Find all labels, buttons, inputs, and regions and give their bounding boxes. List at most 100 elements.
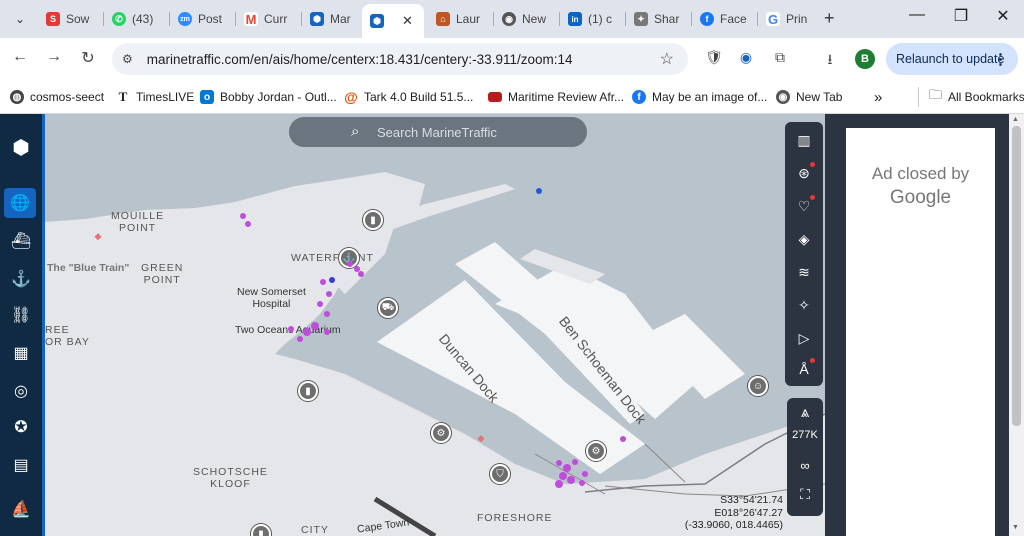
scrollbar-thumb[interactable] — [1012, 126, 1021, 426]
bookmark-item[interactable]: T TimesLIVE — [116, 87, 194, 107]
filter-icon[interactable]: ⊛ — [789, 159, 819, 187]
close-window-button[interactable]: ✕ — [988, 6, 1018, 26]
bookmark-item[interactable]: o Bobby Jordan - Outl... — [200, 87, 337, 107]
scroll-down-icon[interactable]: ▼ — [1012, 524, 1019, 531]
site-settings-icon[interactable]: ⚙ — [122, 52, 133, 66]
puzzle-icon[interactable]: ⧉ — [770, 49, 790, 66]
profile-avatar[interactable]: B — [855, 49, 875, 69]
person-icon[interactable]: ☺ — [748, 376, 768, 396]
port-facility-icon[interactable]: ▮ — [363, 210, 383, 230]
left-sidebar: ⬢ 🌐 ⛴ ⚓ ⛓ ▦ ◎ ✪ ▤ ⛵ — [0, 114, 45, 536]
menu-icon[interactable]: ⋮ — [993, 50, 1008, 68]
tab-label: Face — [720, 12, 747, 26]
browser-tab[interactable]: ⌂ Laur — [428, 5, 492, 33]
restore-button[interactable]: ❐ — [946, 6, 976, 26]
browser-tab[interactable]: G Prin — [758, 5, 818, 33]
globe-icon[interactable]: 🌐 — [4, 188, 36, 218]
coordinates-readout: S33°54'21.74 E018°26'47.27 (-33.9060, 01… — [683, 494, 783, 532]
gear-icon[interactable]: ⚙ — [431, 423, 451, 443]
gmail-icon: M — [244, 11, 258, 27]
back-button[interactable]: ← — [9, 48, 31, 66]
building-icon[interactable]: ▦ — [0, 338, 42, 368]
vessel-count-panel: ⩓ 277K ∞ ⛶ — [787, 398, 823, 516]
download-icon[interactable]: ⭳ — [820, 49, 840, 73]
decimal-coords: (-33.9060, 018.4465) — [684, 519, 783, 531]
chrome-icon: ◉ — [502, 12, 516, 26]
bookmark-star-icon[interactable]: ☆ — [660, 49, 674, 69]
bookmark-item[interactable]: Maritime Review Afr... — [488, 87, 624, 107]
browser-tab[interactable]: S Sow — [38, 5, 102, 33]
port-facility-icon[interactable]: ▮ — [298, 381, 318, 401]
record-icon[interactable]: ◉ — [736, 49, 756, 66]
weather-icon[interactable]: ≋ — [789, 258, 819, 286]
search-bar[interactable]: ⌕ Search MarineTraffic — [289, 117, 587, 147]
marinetraffic-logo-icon[interactable]: ⬢ — [0, 132, 42, 162]
ship-icon[interactable]: ⛴ — [0, 226, 42, 256]
map-tools-panel: ▥ ⊛ ♡ ◈ ≋ ✧ ▷ Å — [785, 122, 823, 386]
tab-label: Sow — [66, 12, 90, 26]
scroll-up-icon[interactable]: ▲ — [1012, 116, 1019, 123]
bookmark-item[interactable]: f May be an image of... — [632, 87, 767, 107]
tab-search-button[interactable]: ⌄ — [8, 7, 32, 31]
page-scrollbar[interactable]: ▲ ▼ — [1009, 114, 1024, 536]
calendar-icon[interactable]: ▤ — [0, 450, 42, 480]
bookmark-icon: ⌂ — [436, 12, 450, 26]
browser-toolbar: ← → ↻ ⚙ marinetraffic.com/en/ais/home/ce… — [0, 38, 1024, 80]
new-tab-button[interactable]: + — [824, 8, 835, 29]
anchor-icon[interactable]: ⚓ — [0, 264, 42, 294]
browser-tab-active[interactable]: ⬢ ✕ — [362, 4, 424, 38]
minimize-button[interactable]: — — [902, 6, 932, 24]
extension-icon[interactable]: 🛡 — [704, 49, 724, 66]
browser-tab[interactable]: ⬢ Mar — [302, 5, 362, 33]
url-text[interactable]: marinetraffic.com/en/ais/home/centerx:18… — [147, 52, 573, 67]
browser-tab[interactable]: ✆ (43) — [104, 5, 168, 33]
arrow-left-icon: ← — [12, 48, 28, 65]
browser-tab[interactable]: in (1) c — [560, 5, 624, 33]
route-icon[interactable]: Å — [789, 355, 819, 383]
bookmark-label: May be an image of... — [652, 90, 768, 104]
measure-icon[interactable]: ✧ — [789, 291, 819, 319]
tab-label: Shar — [654, 12, 680, 26]
heart-icon[interactable]: ♡ — [789, 192, 819, 220]
map-canvas[interactable]: ⌕ Search MarineTraffic MOUILLE POINT The… — [45, 114, 825, 536]
bookmark-label: TimesLIVE — [136, 90, 195, 104]
browser-tab[interactable]: ◉ New — [494, 5, 558, 33]
address-bar[interactable]: ⚙ marinetraffic.com/en/ais/home/centerx:… — [112, 43, 688, 75]
close-tab-icon[interactable]: ✕ — [402, 13, 413, 29]
terminal-icon[interactable]: ⛟ — [378, 298, 398, 318]
browser-tab[interactable]: M Curr — [236, 5, 300, 33]
port-facility-icon[interactable]: ⚓ — [339, 248, 359, 268]
longitude: E018°26'47.27 — [714, 506, 783, 519]
forward-button[interactable]: → — [43, 48, 65, 66]
search-input[interactable]: Search MarineTraffic — [377, 125, 497, 140]
fleet-icon[interactable]: ⛵ — [0, 494, 42, 524]
map-label-mouille-point: MOUILLE POINT — [111, 210, 165, 234]
reload-button[interactable]: ↻ — [77, 48, 99, 68]
ad-closed-message: Ad closed by Google — [846, 162, 995, 210]
basket-icon[interactable]: ⛉ — [490, 464, 510, 484]
map-icon[interactable]: ▥ — [789, 126, 819, 154]
marinetraffic-icon: ⬢ — [370, 14, 384, 28]
browser-tab[interactable]: ✦ Shar — [626, 5, 690, 33]
page-content: ⬢ 🌐 ⛴ ⚓ ⛓ ▦ ◎ ✪ ▤ ⛵ ⌕ Search MarineTraff… — [0, 114, 1024, 536]
bookmarks-overflow-button[interactable]: » — [874, 87, 882, 107]
fullscreen-icon[interactable]: ⛶ — [787, 486, 823, 503]
minimize-icon: — — [909, 6, 925, 23]
infinity-button[interactable]: ∞ — [787, 458, 823, 473]
map-label-waterfront: WATERFRONT — [291, 252, 374, 264]
bookmark-item[interactable]: ◍ cosmos-seect — [10, 87, 104, 107]
navigation-arrow-icon[interactable]: ⩓ — [787, 404, 823, 421]
browser-tab[interactable]: zm Post — [170, 5, 234, 33]
signal-icon[interactable]: ◎ — [0, 376, 42, 406]
port-crane-icon[interactable]: ⛓ — [0, 300, 42, 330]
bookmark-item[interactable]: @ Tark 4.0 Build 51.5... — [344, 87, 473, 107]
chrome-icon: ◉ — [776, 90, 790, 104]
compass-icon[interactable]: ✪ — [0, 412, 42, 442]
relaunch-button[interactable]: Relaunch to update ⋮ — [886, 43, 1018, 75]
gear-icon[interactable]: ⚙ — [586, 441, 606, 461]
play-icon[interactable]: ▷ — [789, 324, 819, 352]
bookmark-item[interactable]: ◉ New Tab — [776, 87, 842, 107]
all-bookmarks-button[interactable]: 🗀 All Bookmarks — [918, 87, 1024, 107]
layers-icon[interactable]: ◈ — [789, 225, 819, 253]
browser-tab[interactable]: f Face — [692, 5, 756, 33]
